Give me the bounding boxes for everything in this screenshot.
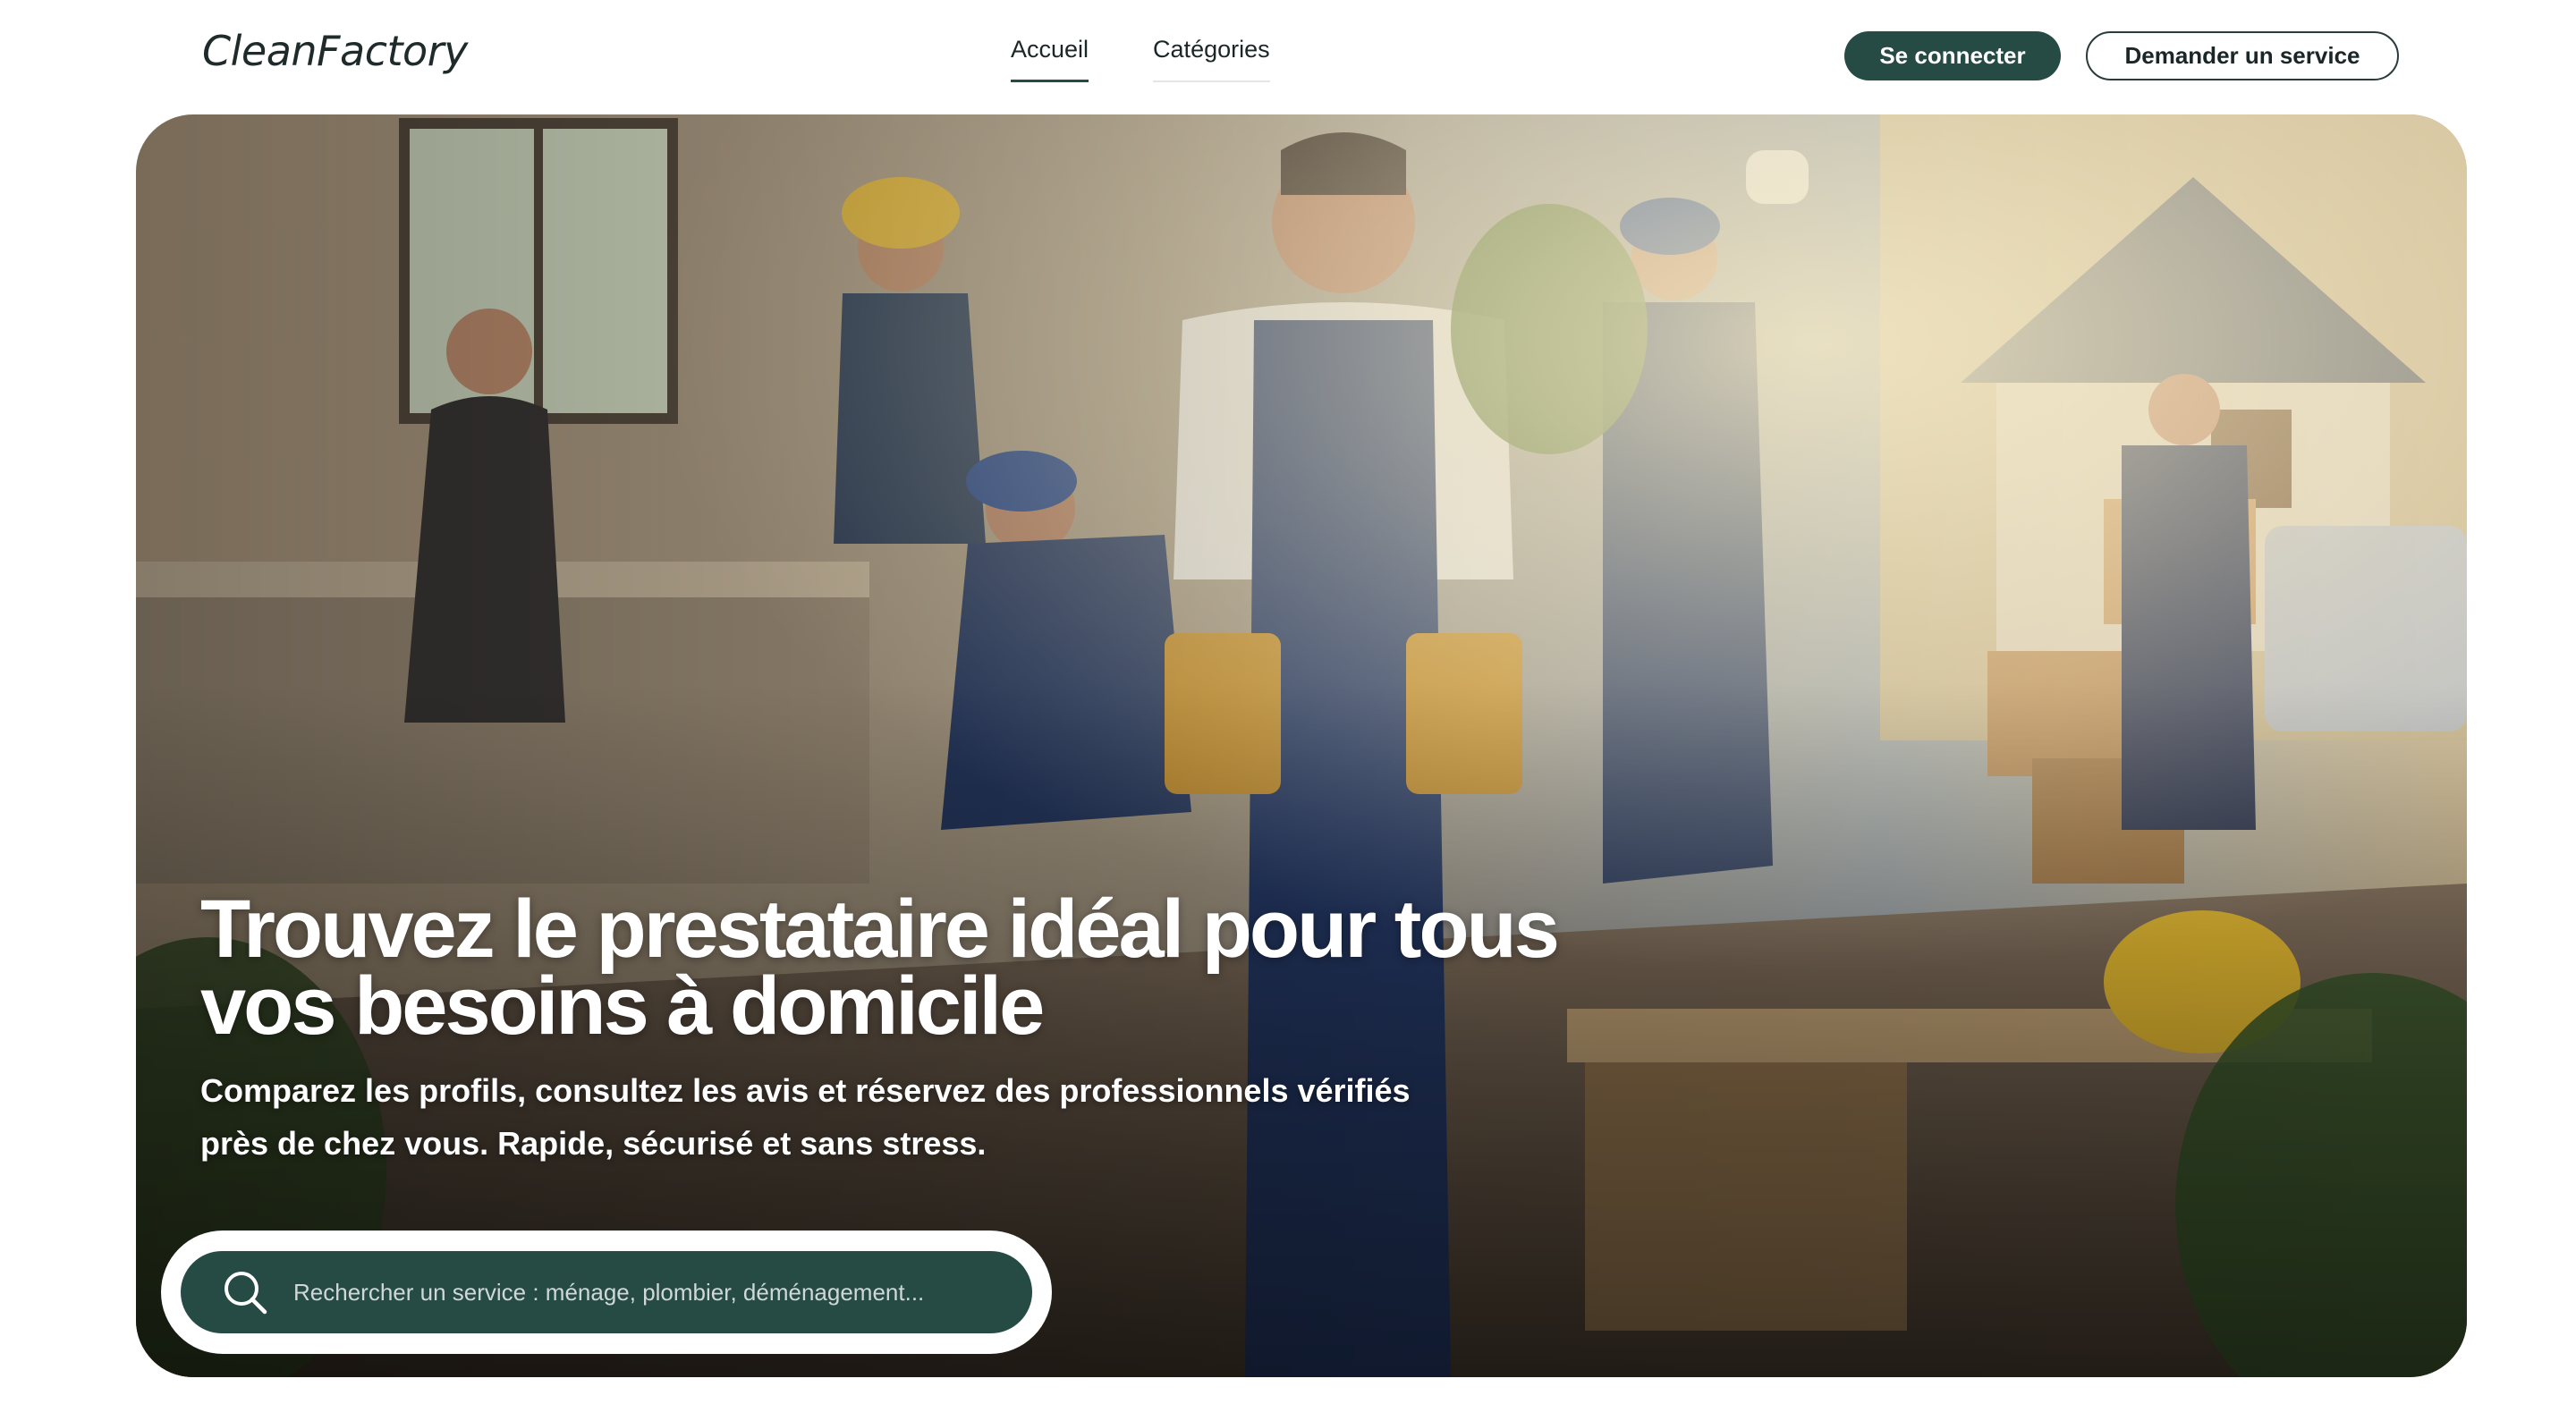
search-bar[interactable]	[181, 1251, 1032, 1333]
brand-logo[interactable]: CleanFactory	[202, 27, 468, 75]
nav-tab-accueil[interactable]: Accueil	[1011, 32, 1089, 82]
hero-subtitle-line-2: près de chez vous. Rapide, sécurisé et s…	[200, 1125, 987, 1162]
hero-title: Trouvez le prestataire idéal pour tous vo…	[200, 888, 1721, 1047]
hero-subtitle-line-1: Comparez les profils, consultez les avis…	[200, 1072, 1411, 1109]
hero-overlay	[136, 114, 2467, 1377]
request-service-button[interactable]: Demander un service	[2086, 31, 2399, 80]
login-button[interactable]: Se connecter	[1844, 31, 2061, 80]
search-bar-frame	[161, 1231, 1052, 1354]
site-header: CleanFactory Accueil Catégories Se conne…	[0, 0, 2576, 114]
search-input[interactable]	[292, 1265, 1025, 1319]
hero-title-line-2: vos besoins à domicile	[200, 960, 1045, 1052]
main-nav: Accueil Catégories	[1011, 32, 1270, 82]
nav-tab-categories[interactable]: Catégories	[1153, 32, 1270, 82]
hero-section: Trouvez le prestataire idéal pour tous vo…	[136, 114, 2467, 1377]
search-icon[interactable]	[220, 1267, 270, 1317]
hero-subtitle: Comparez les profils, consultez les avis…	[200, 1064, 1596, 1170]
